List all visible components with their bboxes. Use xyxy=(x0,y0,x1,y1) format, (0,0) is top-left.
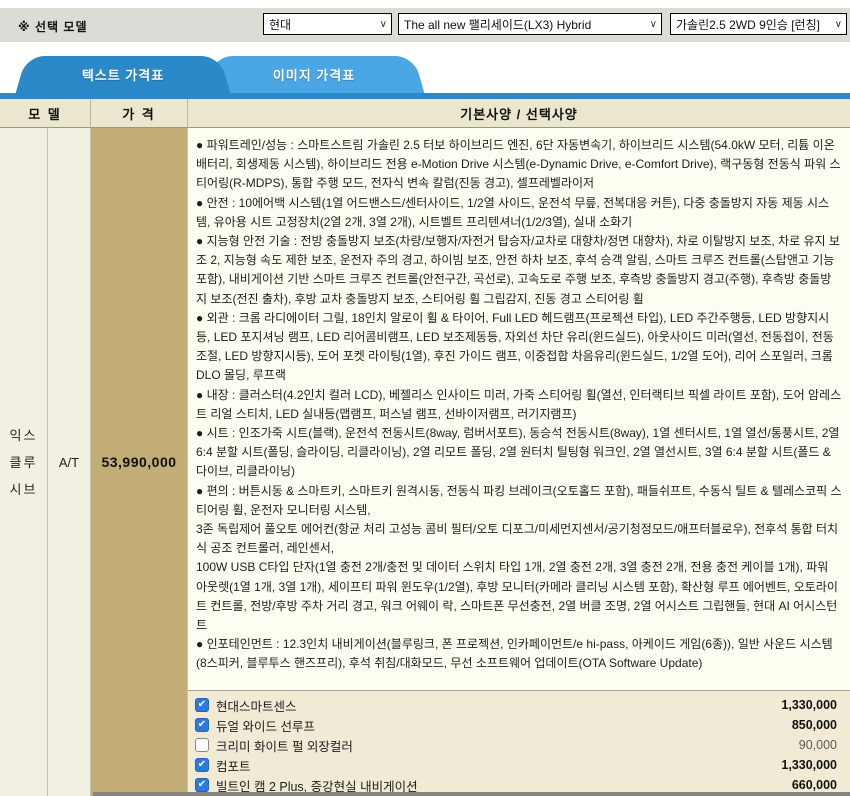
spec-paragraph: ● 파워트레인/성능 : 스마트스트림 가솔린 2.5 터보 하이브리드 엔진,… xyxy=(196,136,842,194)
option-price: 1,330,000 xyxy=(781,758,844,772)
model-name: 익스클루시브 xyxy=(6,422,42,503)
brand-dropdown[interactable]: 현대 ∨ xyxy=(263,13,392,35)
option-checkbox-checked[interactable]: ✔ xyxy=(195,758,209,772)
base-price-value: 53,990,000 xyxy=(101,454,176,470)
option-label[interactable]: 현대스마트센스 xyxy=(216,696,297,715)
trim-dropdown-value: 가솔린2.5 2WD 9인승 [런칭] xyxy=(676,16,820,33)
option-list: ✔ 현대스마트센스 1,330,000 ✔ 듀얼 와이드 선루프 850,000 ✔ 크리미 … xyxy=(188,690,850,796)
model-select-bar: ※ 선택 모델 현대 ∨ The all new 팰리세이드(LX3) Hybr… xyxy=(0,8,850,42)
option-checkbox-checked[interactable]: ✔ xyxy=(195,778,209,792)
option-checkbox-checked[interactable]: ✔ xyxy=(195,698,209,712)
option-price: 660,000 xyxy=(792,778,844,792)
option-row: ✔ 현대스마트센스 1,330,000 xyxy=(195,695,844,715)
option-checkbox-checked[interactable]: ✔ xyxy=(195,718,209,732)
transmission-cell: A/T xyxy=(48,128,91,796)
spec-paragraph: ● 편의 : 버튼시동 & 스마트키, 스마트키 원격시동, 전동식 파킹 브레… xyxy=(196,482,842,636)
chevron-down-icon: ∨ xyxy=(380,19,387,30)
trim-price-table: 모 델 가 격 기본사양 / 선택사양 익스클루시브 A/T 53,990,00… xyxy=(0,99,850,796)
bottom-edge-bar xyxy=(93,792,850,796)
spec-paragraph: ● 지능형 안전 기술 : 전방 충돌방지 보조(차량/보행자/자전거 탑승자/… xyxy=(196,232,842,309)
option-price: 850,000 xyxy=(792,718,844,732)
spec-paragraph: ● 인포테인먼트 : 12.3인치 내비게이션(블루링크, 폰 프로젝션, 인카… xyxy=(196,635,842,673)
specs-cell: ● 파워트레인/성능 : 스마트스트림 가솔린 2.5 터보 하이브리드 엔진,… xyxy=(188,128,850,796)
option-row: ✔ 컴포트 1,330,000 xyxy=(195,755,844,775)
option-label[interactable]: 컴포트 xyxy=(216,756,251,775)
select-model-label: ※ 선택 모델 xyxy=(18,18,88,35)
model-dropdown[interactable]: The all new 팰리세이드(LX3) Hybrid ∨ xyxy=(398,13,662,35)
tab-image-price[interactable]: 이미지 가격표 xyxy=(222,56,406,93)
transmission-value: A/T xyxy=(59,455,79,470)
model-dropdown-value: The all new 팰리세이드(LX3) Hybrid xyxy=(404,16,591,33)
spec-text-block: ● 파워트레인/성능 : 스마트스트림 가솔린 2.5 터보 하이브리드 엔진,… xyxy=(188,128,850,690)
model-name-cell: 익스클루시브 xyxy=(0,128,48,796)
base-price-cell: 53,990,000 xyxy=(91,128,188,796)
tab-text-price[interactable]: 텍스트 가격표 xyxy=(34,56,212,93)
option-label[interactable]: 듀얼 와이드 선루프 xyxy=(216,716,315,735)
chevron-down-icon: ∨ xyxy=(835,19,842,30)
tab-text-price-label: 텍스트 가격표 xyxy=(82,65,164,84)
spec-paragraph: ● 내장 : 클러스터(4.2인치 컬러 LCD), 베젤리스 인사이드 미러,… xyxy=(196,386,842,424)
column-header-model: 모 델 xyxy=(0,99,91,128)
spec-paragraph: ● 외관 : 크롬 라디에이터 그릴, 18인치 알로이 휠 & 타이어, Fu… xyxy=(196,309,842,386)
option-label[interactable]: 크리미 화이트 펄 외장컬러 xyxy=(216,736,353,755)
option-price: 90,000 xyxy=(799,738,844,752)
chevron-down-icon: ∨ xyxy=(650,19,657,30)
spec-paragraph: ● 안전 : 10에어백 시스템(1열 어드밴스드/센터사이드, 1/2열 사이… xyxy=(196,194,842,232)
option-checkbox-unchecked[interactable]: ✔ xyxy=(195,738,209,752)
column-header-price: 가 격 xyxy=(91,99,188,128)
brand-dropdown-value: 현대 xyxy=(269,16,291,33)
spec-paragraph: ● 시트 : 인조가죽 시트(블랙), 운전석 전동시트(8way, 럼버서포트… xyxy=(196,424,842,482)
trim-dropdown[interactable]: 가솔린2.5 2WD 9인승 [런칭] ∨ xyxy=(670,13,847,35)
option-price: 1,330,000 xyxy=(781,698,844,712)
option-row: ✔ 크리미 화이트 펄 외장컬러 90,000 xyxy=(195,735,844,755)
tab-image-price-label: 이미지 가격표 xyxy=(273,65,355,84)
price-view-tabs: 텍스트 가격표 이미지 가격표 xyxy=(0,56,850,93)
option-row: ✔ 듀얼 와이드 선루프 850,000 xyxy=(195,715,844,735)
column-header-specs: 기본사양 / 선택사양 xyxy=(188,99,850,128)
price-table-window: ※ 선택 모델 현대 ∨ The all new 팰리세이드(LX3) Hybr… xyxy=(0,0,850,796)
